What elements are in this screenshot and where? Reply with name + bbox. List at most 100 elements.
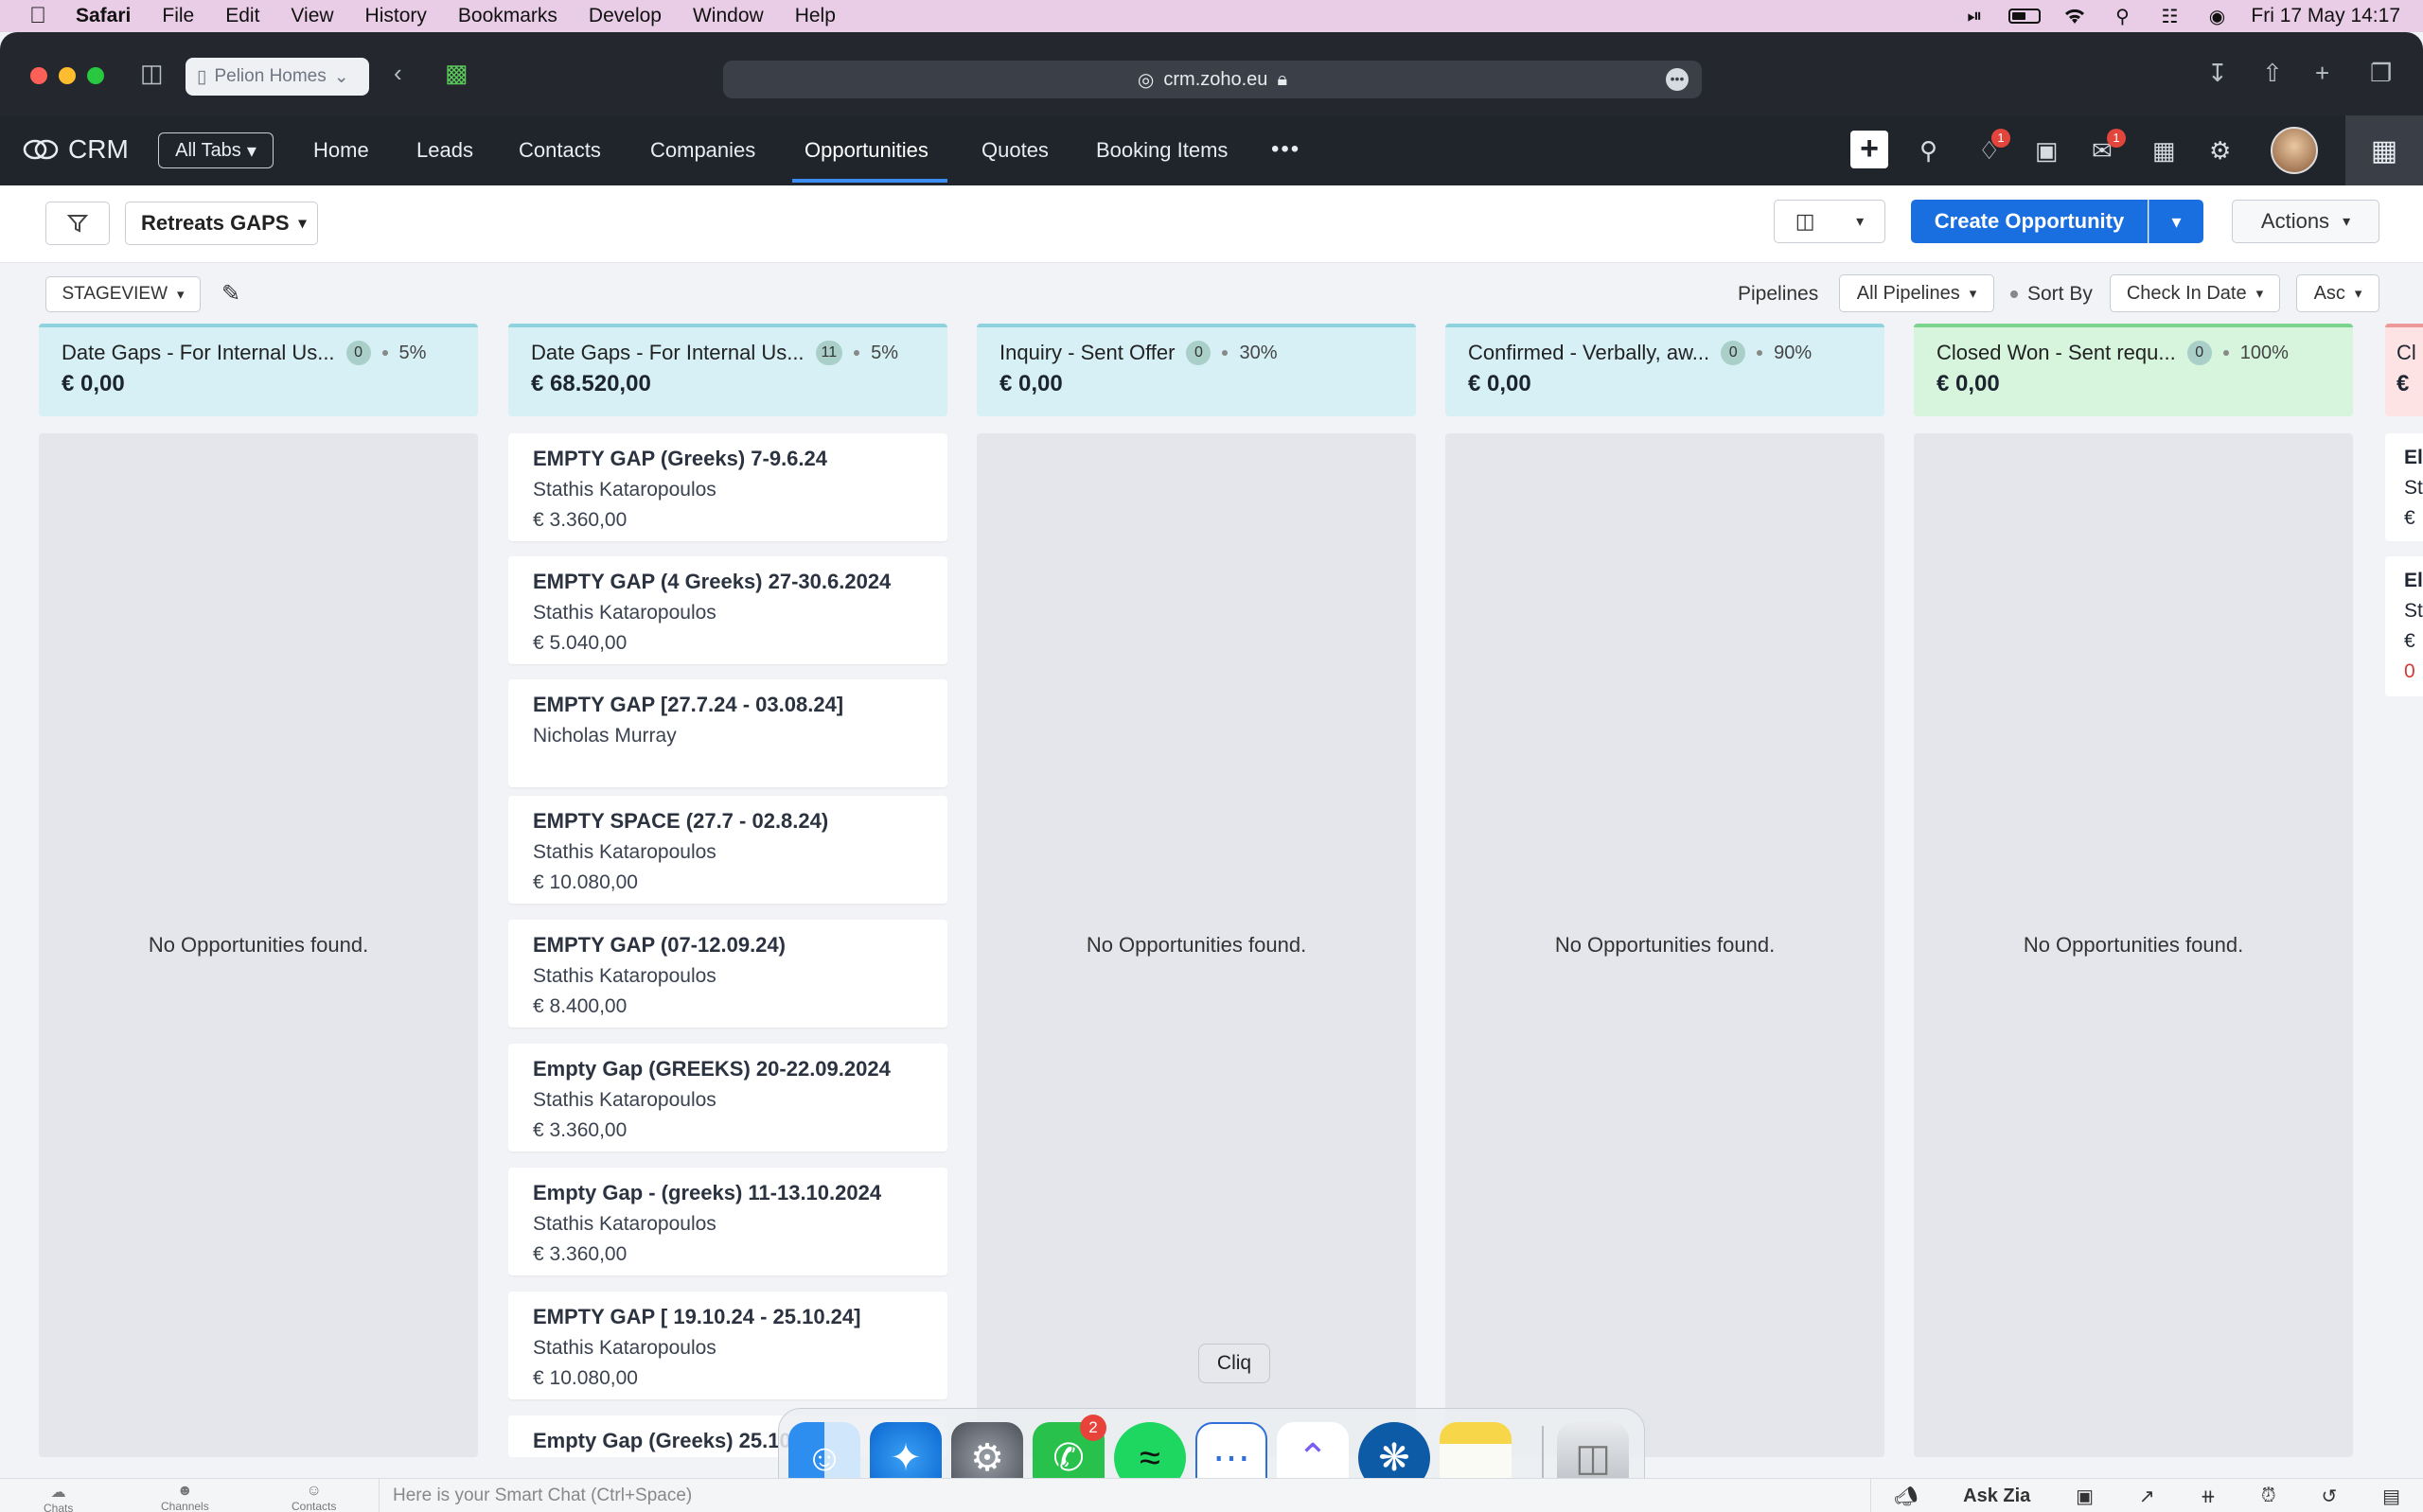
card-title[interactable]: EMPTY GAP [ 19.10.24 - 25.10.24] (533, 1305, 923, 1329)
tab-home[interactable]: Home (313, 138, 369, 163)
crm-logo[interactable]: CRM (23, 134, 129, 165)
opportunity-card[interactable]: EMPTY SPACE (27.7 - 02.8.24) Stathis Kat… (508, 796, 947, 904)
menu-edit[interactable]: Edit (225, 5, 259, 27)
opportunity-card[interactable]: EMPTY GAP (4 Greeks) 27-30.6.2024 Stathi… (508, 556, 947, 664)
calendar-mini-icon[interactable]: ▤ (2382, 1485, 2400, 1508)
user-avatar[interactable] (2271, 127, 2318, 174)
sort-order-dropdown[interactable]: Asc ▾ (2296, 274, 2379, 312)
caret-down-icon: ▾ (2171, 211, 2182, 233)
stage-cards-list[interactable]: EMPTY GAP (Greeks) 7-9.6.24 Stathis Kata… (508, 433, 947, 1457)
opportunity-card-partial[interactable]: El St € (2385, 433, 2423, 541)
stageview-dropdown[interactable]: STAGEVIEW ▾ (45, 276, 201, 312)
card-title[interactable]: Empty Gap - (greeks) 11-13.10.2024 (533, 1181, 923, 1205)
zia-icon[interactable]: ⧺ (2200, 1485, 2216, 1508)
opportunity-card[interactable]: EMPTY GAP [ 19.10.24 - 25.10.24] Stathis… (508, 1292, 947, 1399)
extension-icon[interactable]: ▩ (445, 59, 469, 88)
close-window-button[interactable] (30, 67, 47, 84)
tab-contacts[interactable]: Contacts (519, 138, 601, 163)
card-title[interactable]: EMPTY GAP (Greeks) 7-9.6.24 (533, 447, 923, 471)
actions-dropdown[interactable]: Actions ▾ (2232, 200, 2379, 243)
search-icon[interactable]: ⚲ (1919, 136, 1937, 166)
stage-header-partial[interactable]: Cl € (2385, 324, 2423, 416)
create-options-dropdown[interactable]: ▾ (2149, 200, 2203, 243)
opportunity-card[interactable]: EMPTY GAP (Greeks) 7-9.6.24 Stathis Kata… (508, 433, 947, 541)
create-opportunity-button[interactable]: Create Opportunity (1911, 200, 2148, 243)
alarm-icon[interactable]: ⏰︎ (2261, 1486, 2276, 1507)
tab-booking-items[interactable]: Booking Items (1096, 138, 1228, 163)
separator-dot (2010, 290, 2018, 298)
zoom-window-button[interactable] (87, 67, 104, 84)
megaphone-icon[interactable]: 📣︎ (1894, 1485, 1918, 1508)
address-bar[interactable]: ◎ crm.zoho.eu 🔒︎ ••• (723, 61, 1702, 98)
battery-icon[interactable] (2008, 9, 2042, 24)
stage-header-date-gaps-1[interactable]: Date Gaps - For Internal Us... 0 5% € 0,… (39, 324, 478, 416)
zia-insights-icon[interactable]: ▣ (2076, 1485, 2094, 1508)
stage-title-row: Confirmed - Verbally, aw... 0 90% (1468, 341, 1862, 365)
quick-create-button[interactable]: + (1850, 131, 1888, 168)
menu-develop[interactable]: Develop (589, 5, 662, 27)
stage-header-date-gaps-2[interactable]: Date Gaps - For Internal Us... 11 5% € 6… (508, 324, 947, 416)
menu-app-name[interactable]: Safari (76, 5, 131, 27)
minimize-window-button[interactable] (59, 67, 76, 84)
card-title[interactable]: EMPTY GAP (07-12.09.24) (533, 933, 923, 958)
page-menu-icon[interactable]: ••• (1666, 68, 1689, 91)
siri-icon[interactable]: ◉ (2203, 5, 2230, 27)
menu-bookmarks[interactable]: Bookmarks (458, 5, 557, 27)
spotlight-search-icon[interactable]: ⚲ (2109, 5, 2135, 27)
card-title[interactable]: El (2404, 447, 2423, 469)
menu-file[interactable]: File (162, 5, 194, 27)
card-title[interactable]: El (2404, 570, 2423, 592)
filter-button[interactable] (45, 202, 110, 245)
layout-switcher[interactable]: ◫ ▾ (1774, 200, 1885, 243)
gear-icon[interactable]: ⚙ (2209, 136, 2231, 166)
ask-zia-button[interactable]: Ask Zia (1963, 1486, 2030, 1507)
pipelines-dropdown[interactable]: All Pipelines ▾ (1839, 274, 1994, 312)
custom-view-dropdown[interactable]: Retreats GAPS ▾ (125, 202, 318, 245)
smart-chat-input[interactable]: Here is your Smart Chat (Ctrl+Space) (379, 1479, 776, 1512)
channels-shortcut[interactable]: ☻ Channels (161, 1483, 209, 1512)
profile-selector[interactable]: ▯ Pelion Homes ⌄ (186, 58, 369, 96)
tab-overview-icon[interactable]: ❐ (2370, 59, 2392, 88)
external-link-icon[interactable]: ↗ (2139, 1485, 2155, 1508)
card-title[interactable]: EMPTY GAP [27.7.24 - 03.08.24] (533, 693, 923, 717)
history-icon[interactable]: ↺ (2321, 1485, 2337, 1508)
card-title[interactable]: EMPTY SPACE (27.7 - 02.8.24) (533, 809, 923, 834)
tab-companies[interactable]: Companies (650, 138, 755, 163)
more-tabs-icon[interactable]: ••• (1271, 136, 1300, 163)
chats-shortcut[interactable]: ☁ Chats (44, 1483, 73, 1512)
download-icon[interactable]: ↧ (2207, 59, 2228, 88)
opportunity-card-partial[interactable]: El St € 0 (2385, 556, 2423, 696)
new-tab-icon[interactable]: + (2315, 59, 2329, 88)
back-icon[interactable]: ‹ (394, 59, 402, 88)
sidebar-toggle-icon[interactable]: ◫ (140, 59, 164, 88)
opportunity-card[interactable]: Empty Gap (GREEKS) 20-22.09.2024 Stathis… (508, 1044, 947, 1152)
menu-window[interactable]: Window (693, 5, 764, 27)
opportunity-card[interactable]: Empty Gap - (greeks) 11-13.10.2024 Stath… (508, 1168, 947, 1275)
stage-header-inquiry[interactable]: Inquiry - Sent Offer 0 30% € 0,00 (977, 324, 1416, 416)
opportunity-card[interactable]: EMPTY GAP (07-12.09.24) Stathis Kataropo… (508, 920, 947, 1028)
edit-pencil-icon[interactable]: ✎ (221, 280, 240, 308)
all-tabs-dropdown[interactable]: All Tabs ▾ (158, 132, 274, 168)
stage-header-confirmed[interactable]: Confirmed - Verbally, aw... 0 90% € 0,00 (1445, 324, 1884, 416)
stage-header-closed-won[interactable]: Closed Won - Sent requ... 0 100% € 0,00 (1914, 324, 2353, 416)
card-title[interactable]: EMPTY GAP (4 Greeks) 27-30.6.2024 (533, 570, 923, 594)
play-icon[interactable]: ⏯ (1961, 5, 1988, 27)
sort-field-dropdown[interactable]: Check In Date ▾ (2110, 274, 2280, 312)
apps-grid-icon[interactable]: ▦ (2345, 115, 2423, 185)
contacts-shortcut[interactable]: ☺ Contacts (292, 1483, 336, 1512)
menu-view[interactable]: View (291, 5, 333, 27)
tab-opportunities[interactable]: Opportunities (805, 138, 929, 163)
menu-help[interactable]: Help (795, 5, 836, 27)
marketplace-icon[interactable]: ▦ (2152, 136, 2176, 166)
menubar-datetime[interactable]: Fri 17 May 14:17 (2251, 5, 2400, 27)
menu-history[interactable]: History (365, 5, 427, 27)
opportunity-card[interactable]: EMPTY GAP [27.7.24 - 03.08.24] Nicholas … (508, 679, 947, 787)
calendar-icon[interactable]: ▣ (2035, 136, 2059, 166)
control-center-icon[interactable]: ☷ (2156, 5, 2183, 27)
card-title[interactable]: Empty Gap (GREEKS) 20-22.09.2024 (533, 1057, 923, 1081)
apple-icon[interactable]:  (0, 3, 76, 29)
share-icon[interactable]: ⇧ (2262, 59, 2283, 88)
tab-leads[interactable]: Leads (416, 138, 473, 163)
tab-quotes[interactable]: Quotes (982, 138, 1049, 163)
wifi-icon[interactable] (2061, 5, 2088, 27)
